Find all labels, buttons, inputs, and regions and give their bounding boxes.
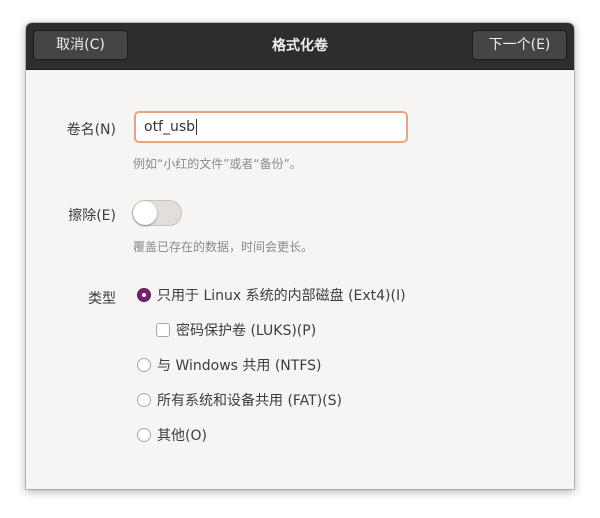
volume-name-value: otf_usb — [144, 119, 196, 135]
radio-selected-icon — [137, 288, 151, 302]
checkbox-icon — [156, 323, 170, 337]
type-option-fat-label: 所有系统和设备共用 (FAT)(S) — [157, 393, 342, 409]
radio-icon — [137, 358, 151, 372]
type-option-ntfs[interactable]: 与 Windows 共用 (NTFS) — [137, 356, 322, 376]
volume-name-input[interactable]: otf_usb — [134, 111, 408, 143]
volume-name-label: 卷名(N) — [66, 122, 116, 138]
type-option-ntfs-label: 与 Windows 共用 (NTFS) — [157, 358, 322, 374]
type-label: 类型 — [88, 291, 116, 307]
header-bar: 取消(C) 格式化卷 下一个(E) — [26, 23, 574, 70]
type-option-other-label: 其他(O) — [157, 428, 207, 444]
next-button[interactable]: 下一个(E) — [472, 30, 567, 60]
luks-password-label: 密码保护卷 (LUKS)(P) — [176, 323, 317, 339]
type-option-fat[interactable]: 所有系统和设备共用 (FAT)(S) — [137, 391, 342, 411]
erase-toggle[interactable] — [132, 200, 182, 226]
radio-icon — [137, 428, 151, 442]
type-option-ext4-label: 只用于 Linux 系统的内部磁盘 (Ext4)(I) — [157, 288, 406, 304]
erase-hint: 覆盖已存在的数据，时间会更长。 — [133, 240, 314, 254]
toggle-knob — [133, 201, 157, 225]
type-option-other[interactable]: 其他(O) — [137, 426, 207, 446]
type-option-ext4[interactable]: 只用于 Linux 系统的内部磁盘 (Ext4)(I) — [137, 286, 406, 306]
format-volume-dialog: 取消(C) 格式化卷 下一个(E) 卷名(N) otf_usb 例如“小红的文件… — [26, 23, 574, 489]
luks-password-checkbox[interactable]: 密码保护卷 (LUKS)(P) — [156, 321, 316, 341]
volume-name-hint: 例如“小红的文件”或者“备份”。 — [133, 157, 302, 171]
text-cursor — [196, 119, 198, 135]
erase-label: 擦除(E) — [68, 208, 116, 224]
radio-icon — [137, 393, 151, 407]
